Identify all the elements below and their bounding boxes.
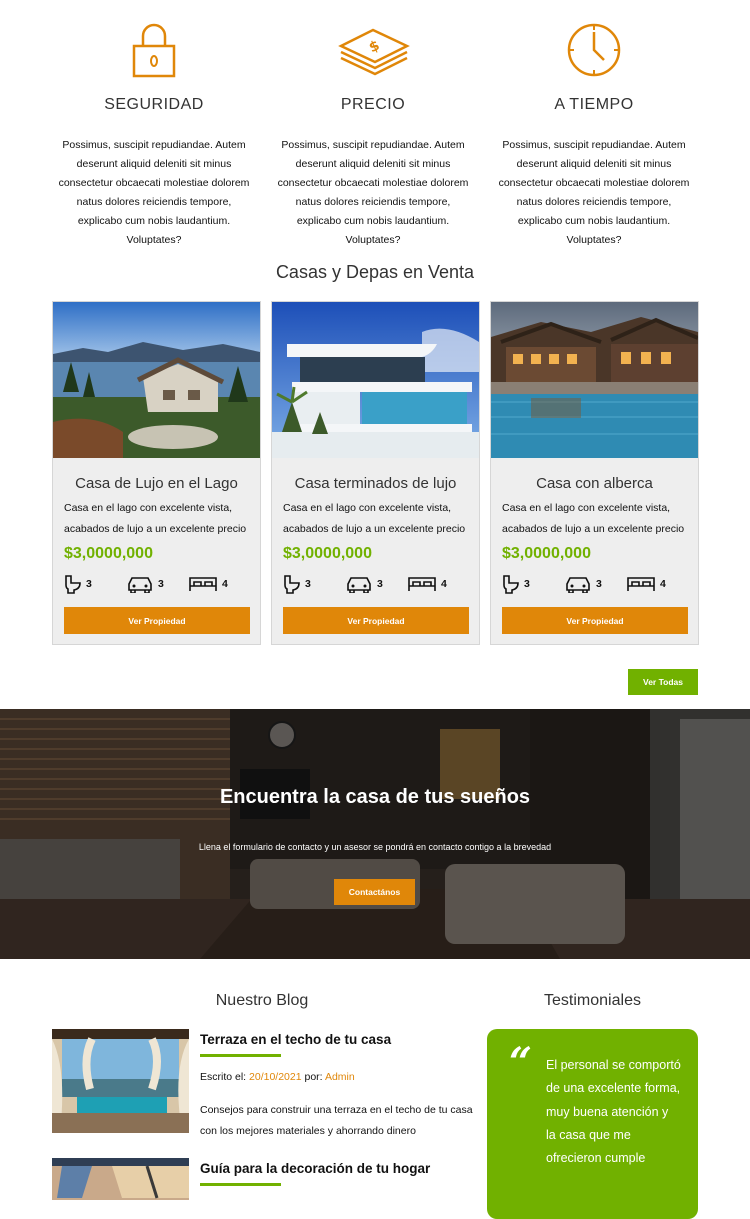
testimonials-title: Testimoniales bbox=[544, 992, 641, 1009]
property-title[interactable]: Casa terminados de lujo bbox=[272, 475, 479, 492]
parking-count: 3 bbox=[158, 578, 164, 590]
property-features: 3 3 4 bbox=[502, 573, 698, 595]
bathrooms-feature: 3 bbox=[64, 573, 92, 595]
bedrooms-feature: 4 bbox=[626, 573, 666, 595]
meta-by: por: bbox=[301, 1071, 325, 1083]
property-photo-pool-house[interactable] bbox=[491, 302, 698, 458]
blog-post-meta: Escrito el: 20/10/2021 por: Admin bbox=[200, 1071, 355, 1083]
blog-post-date: 20/10/2021 bbox=[249, 1071, 302, 1083]
parking-count: 3 bbox=[596, 578, 602, 590]
blog-post[interactable]: Terraza en el techo de tu casa Escrito e… bbox=[52, 1029, 473, 1139]
hero-banner: Encuentra la casa de tus sueños Llena el… bbox=[0, 709, 750, 959]
property-card[interactable]: Casa terminados de lujo Casa en el lago … bbox=[271, 301, 480, 645]
title-underline bbox=[200, 1054, 281, 1057]
feature-text: Possimus, suscipit repudiandae. Autem de… bbox=[58, 139, 250, 246]
feature-price: $ PRECIO Possimus, suscipit repudiandae.… bbox=[273, 18, 473, 250]
blog-post-title[interactable]: Guía para la decoración de tu hogar bbox=[200, 1161, 430, 1176]
property-card[interactable]: Casa de Lujo en el Lago Casa en el lago … bbox=[52, 301, 261, 645]
feature-security: SEGURIDAD Possimus, suscipit repudiandae… bbox=[54, 18, 254, 250]
svg-text:$: $ bbox=[367, 38, 383, 57]
feature-text: Possimus, suscipit repudiandae. Autem de… bbox=[498, 139, 690, 246]
feature-on-time: A TIEMPO Possimus, suscipit repudiandae.… bbox=[494, 18, 694, 250]
view-property-button[interactable]: Ver Propiedad bbox=[502, 607, 688, 634]
bedrooms-count: 4 bbox=[441, 578, 447, 590]
property-description: Casa en el lago con excelente vista, aca… bbox=[64, 502, 247, 535]
parking-feature: 3 bbox=[564, 573, 602, 595]
blog-post-excerpt: Consejos para construir una terraza en e… bbox=[200, 1104, 473, 1137]
property-card[interactable]: Casa con alberca Casa en el lago con exc… bbox=[490, 301, 699, 645]
lock-icon bbox=[132, 23, 176, 78]
property-price: $3,0000,000 bbox=[64, 545, 153, 562]
title-underline bbox=[200, 1183, 281, 1186]
feature-text: Possimus, suscipit repudiandae. Autem de… bbox=[277, 139, 469, 246]
view-property-button[interactable]: Ver Propiedad bbox=[64, 607, 250, 634]
testimonial-text: El personal se comportó de una excelente… bbox=[546, 1058, 681, 1166]
bathrooms-feature: 3 bbox=[502, 573, 530, 595]
blog-post-author[interactable]: Admin bbox=[325, 1071, 355, 1083]
property-features: 3 3 4 bbox=[64, 573, 260, 595]
bed-icon bbox=[408, 577, 436, 591]
property-photo-modern-house[interactable] bbox=[272, 302, 479, 458]
contact-button[interactable]: Contactános bbox=[334, 879, 415, 905]
features-section: SEGURIDAD Possimus, suscipit repudiandae… bbox=[0, 0, 750, 246]
feature-title: PRECIO bbox=[340, 96, 406, 113]
testimonial-card: “ El personal se comportó de una excelen… bbox=[487, 1029, 698, 1219]
bedrooms-feature: 4 bbox=[188, 573, 228, 595]
listings-title: Casas y Depas en Venta bbox=[275, 262, 475, 282]
blog-post-title[interactable]: Terraza en el techo de tu casa bbox=[200, 1032, 391, 1047]
property-price: $3,0000,000 bbox=[283, 545, 372, 562]
property-title[interactable]: Casa de Lujo en el Lago bbox=[53, 475, 260, 492]
bedrooms-count: 4 bbox=[660, 578, 666, 590]
car-icon bbox=[566, 577, 590, 593]
blog-thumbnail-terrace[interactable] bbox=[52, 1029, 189, 1133]
feature-title: A TIEMPO bbox=[554, 96, 634, 113]
bed-icon bbox=[627, 577, 655, 591]
property-features: 3 3 4 bbox=[283, 573, 479, 595]
meta-prefix: Escrito el: bbox=[200, 1071, 250, 1083]
bedrooms-feature: 4 bbox=[407, 573, 447, 595]
parking-feature: 3 bbox=[126, 573, 164, 595]
bathrooms-count: 3 bbox=[305, 578, 311, 590]
quote-icon: “ bbox=[509, 1039, 533, 1086]
property-title[interactable]: Casa con alberca bbox=[491, 475, 698, 492]
bathrooms-count: 3 bbox=[524, 578, 530, 590]
see-all-button[interactable]: Ver Todas bbox=[628, 669, 698, 695]
feature-title: SEGURIDAD bbox=[104, 96, 204, 113]
property-photo-lake-house[interactable] bbox=[53, 302, 260, 458]
property-description: Casa en el lago con excelente vista, aca… bbox=[283, 502, 466, 535]
blog-title: Nuestro Blog bbox=[215, 992, 309, 1009]
blog-post[interactable]: Guía para la decoración de tu hogar bbox=[52, 1158, 472, 1200]
parking-count: 3 bbox=[377, 578, 383, 590]
toilet-icon bbox=[284, 575, 300, 594]
car-icon bbox=[128, 577, 152, 593]
blog-thumbnail-decor[interactable] bbox=[52, 1158, 189, 1200]
toilet-icon bbox=[65, 575, 81, 594]
bathrooms-count: 3 bbox=[86, 578, 92, 590]
hero-title: Encuentra la casa de tus sueños bbox=[219, 786, 531, 808]
hero-subtitle: Llena el formulario de contacto y un ase… bbox=[198, 842, 552, 852]
parking-feature: 3 bbox=[345, 573, 383, 595]
bathrooms-feature: 3 bbox=[283, 573, 311, 595]
bed-icon bbox=[189, 577, 217, 591]
view-property-button[interactable]: Ver Propiedad bbox=[283, 607, 469, 634]
money-stack-icon: $ bbox=[338, 28, 410, 76]
toilet-icon bbox=[503, 575, 519, 594]
clock-icon bbox=[567, 23, 621, 77]
property-price: $3,0000,000 bbox=[502, 545, 591, 562]
hero-background-image bbox=[0, 709, 750, 959]
car-icon bbox=[347, 577, 371, 593]
property-description: Casa en el lago con excelente vista, aca… bbox=[502, 502, 685, 535]
bedrooms-count: 4 bbox=[222, 578, 228, 590]
